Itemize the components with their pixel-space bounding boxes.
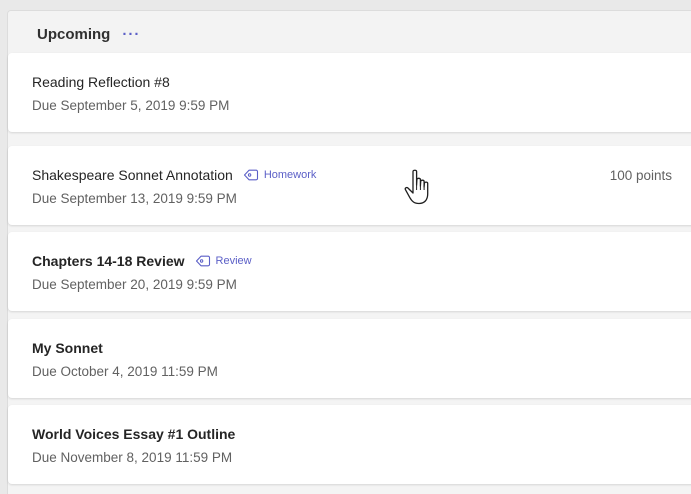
assignment-card-my-sonnet[interactable]: My Sonnet Due October 4, 2019 11:59 PM [8,319,691,398]
assignment-title: Chapters 14-18 Review [32,253,185,269]
assignment-points: 100 points [609,168,672,183]
more-options-button[interactable]: ··· [122,26,140,43]
tag-icon [195,255,210,267]
assignment-title-row: World Voices Essay #1 Outline [32,426,235,442]
assignment-card-chapters-review[interactable]: Chapters 14-18 Review Review Due Septemb… [8,232,691,311]
category-tag[interactable]: Review [195,255,252,267]
assignment-due-date: Due September 20, 2019 9:59 PM [32,277,237,292]
tag-icon [243,169,258,181]
assignment-card-sonnet-annotation[interactable]: Shakespeare Sonnet Annotation Homework D… [8,146,691,225]
assignment-due-date: Due September 5, 2019 9:59 PM [32,98,230,113]
assignment-title-row: Reading Reflection #8 [32,74,170,90]
panel-header: Upcoming ··· [8,11,691,58]
category-tag-label: Homework [263,169,317,181]
assignment-due-date: Due November 8, 2019 11:59 PM [32,450,233,465]
assignment-due-date: Due October 4, 2019 11:59 PM [32,364,218,379]
assignment-title-row: Chapters 14-18 Review Review [32,253,252,269]
panel-title: Upcoming [37,25,111,43]
assignment-title: My Sonnet [32,340,103,356]
assignment-title: Reading Reflection #8 [32,74,170,90]
assignment-title: World Voices Essay #1 Outline [32,426,236,442]
assignment-title: Shakespeare Sonnet Annotation [32,167,233,183]
assignment-title-row: My Sonnet [32,340,103,356]
assignment-card-reading-reflection[interactable]: Reading Reflection #8 Due September 5, 2… [8,53,691,132]
category-tag[interactable]: Homework [243,169,317,181]
assignment-title-row: Shakespeare Sonnet Annotation Homework [32,167,316,183]
assignment-card-essay-outline[interactable]: World Voices Essay #1 Outline Due Novemb… [8,405,691,484]
category-tag-label: Review [215,255,252,267]
assignment-due-date: Due September 13, 2019 9:59 PM [32,191,237,206]
